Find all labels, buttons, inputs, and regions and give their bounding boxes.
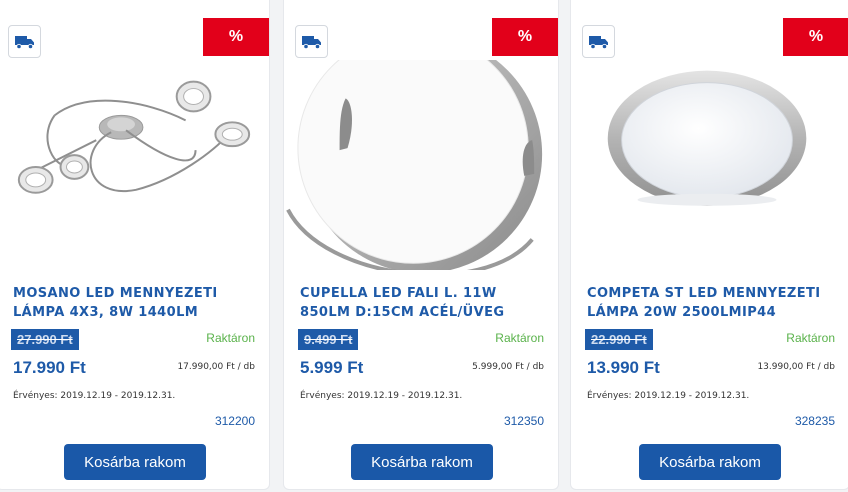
product-sku: 312350 bbox=[503, 414, 544, 428]
current-price: 5.999 Ft bbox=[300, 358, 364, 377]
product-title[interactable]: MOSANO LED MENNYEZETI LÁMPA 4X3, 8W 1440… bbox=[13, 284, 251, 322]
add-to-cart-button[interactable]: Kosárba rakom bbox=[351, 444, 493, 480]
product-card[interactable]: % COMPETA ST LED MENNYEZETI LÁMPA 20W 25… bbox=[570, 0, 848, 490]
product-image[interactable] bbox=[0, 60, 269, 270]
product-grid: % MOSANO LED MENNYEZETI LÁMPA 4X3, 8W 14… bbox=[0, 0, 848, 492]
truck-icon[interactable] bbox=[8, 25, 41, 58]
product-sku: 328235 bbox=[794, 414, 835, 428]
unit-price: 17.990,00 Ft / db bbox=[177, 362, 255, 372]
truck-icon[interactable] bbox=[582, 25, 615, 58]
old-price: 9.499 Ft bbox=[298, 329, 359, 350]
product-title[interactable]: COMPETA ST LED MENNYEZETI LÁMPA 20W 2500… bbox=[587, 284, 831, 322]
validity-dates: Érvényes: 2019.12.19 - 2019.12.31. bbox=[300, 391, 463, 401]
validity-dates: Érvényes: 2019.12.19 - 2019.12.31. bbox=[587, 391, 750, 401]
current-price: 13.990 Ft bbox=[587, 358, 660, 377]
truck-icon[interactable] bbox=[295, 25, 328, 58]
discount-badge: % bbox=[203, 18, 269, 56]
discount-badge: % bbox=[492, 18, 558, 56]
product-title[interactable]: CUPELLA LED FALI L. 11W 850LM D:15CM ACÉ… bbox=[300, 284, 540, 322]
unit-price: 13.990,00 Ft / db bbox=[757, 362, 835, 372]
product-image[interactable] bbox=[284, 60, 558, 270]
stock-status: Raktáron bbox=[786, 331, 835, 345]
product-card[interactable]: % MOSANO LED MENNYEZETI LÁMPA 4X3, 8W 14… bbox=[0, 0, 270, 490]
product-card[interactable]: % CUPELLA LED FALI L. 11W 850LM D:15CM A… bbox=[283, 0, 559, 490]
product-image[interactable] bbox=[571, 60, 848, 270]
stock-status: Raktáron bbox=[206, 331, 255, 345]
discount-badge: % bbox=[783, 18, 848, 56]
old-price: 22.990 Ft bbox=[585, 329, 653, 350]
product-sku: 312200 bbox=[214, 414, 255, 428]
add-to-cart-button[interactable]: Kosárba rakom bbox=[64, 444, 206, 480]
stock-status: Raktáron bbox=[495, 331, 544, 345]
old-price: 27.990 Ft bbox=[11, 329, 79, 350]
current-price: 17.990 Ft bbox=[13, 358, 86, 377]
add-to-cart-button[interactable]: Kosárba rakom bbox=[639, 444, 781, 480]
validity-dates: Érvényes: 2019.12.19 - 2019.12.31. bbox=[13, 391, 176, 401]
unit-price: 5.999,00 Ft / db bbox=[472, 362, 544, 372]
